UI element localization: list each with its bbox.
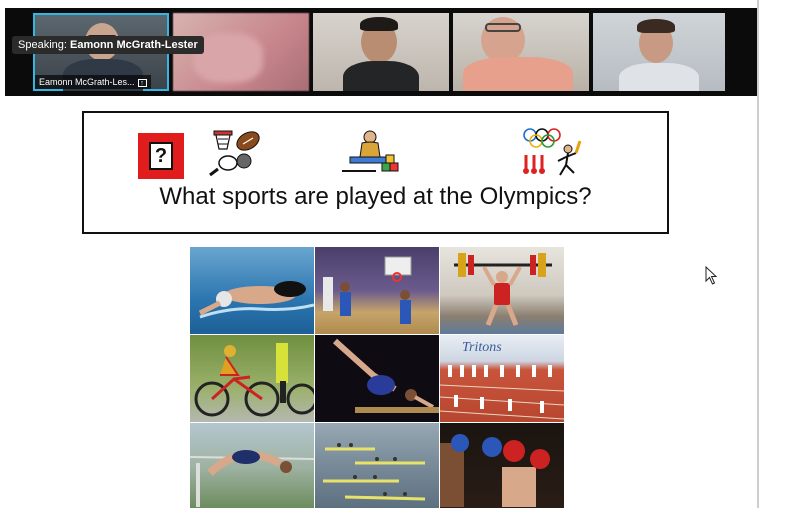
speaking-indicator: Speaking: Eamonn McGrath-Lester — [12, 36, 204, 54]
swimming-photo — [190, 247, 314, 334]
participant-tile-3[interactable] — [313, 13, 449, 91]
boxers — [440, 434, 550, 507]
sports-balls-icon — [209, 130, 260, 177]
question-text: What sports are played at the Olympics? — [159, 183, 592, 210]
gymnast-figure — [332, 338, 439, 413]
runners: Tritons — [440, 340, 564, 420]
participant-body — [343, 61, 419, 91]
participant-tile-5[interactable] — [593, 13, 725, 91]
weightlifter-figure — [454, 253, 552, 326]
basketball-photo — [315, 247, 439, 334]
question-box: ? What sports are played at the Olympics… — [82, 111, 669, 234]
video-strip: Eamonn McGrath-Les... ↑ Speaking: Eamonn … — [5, 8, 757, 96]
cycling-photo — [190, 335, 314, 422]
question-symbol-icon: ? — [138, 133, 184, 179]
swimmer-figure — [198, 281, 314, 319]
high-jump-photo — [190, 423, 314, 508]
boxing-photo — [440, 423, 564, 508]
olympics-icon — [523, 128, 582, 176]
participant-hair — [637, 19, 675, 33]
svg-text:Tritons: Tritons — [462, 340, 502, 355]
participant-body — [463, 57, 573, 91]
athletics-track-photo: Tritons — [440, 335, 564, 422]
weightlifting-photo — [440, 247, 564, 334]
participant-name-tag: Eamonn McGrath-Les... ↑ — [35, 75, 151, 89]
cyclist-figure — [194, 343, 314, 417]
screen: Eamonn McGrath-Les... ↑ Speaking: Eamonn … — [0, 0, 791, 508]
panel-divider — [757, 0, 759, 508]
gymnastics-photo — [315, 335, 439, 422]
basketball-players — [323, 256, 412, 324]
screen-share-icon: ↑ — [137, 78, 147, 87]
sports-photo-grid: Tritons — [190, 247, 564, 508]
mouse-cursor-icon — [705, 266, 718, 285]
rowing-photo — [315, 423, 439, 508]
participant-hair — [360, 17, 398, 31]
glasses — [485, 23, 521, 32]
play-icon — [342, 130, 399, 172]
high-jumper-figure — [190, 450, 314, 507]
rowing-boats — [323, 443, 426, 501]
participant-tile-4[interactable] — [453, 13, 589, 91]
participant-body — [619, 63, 699, 91]
